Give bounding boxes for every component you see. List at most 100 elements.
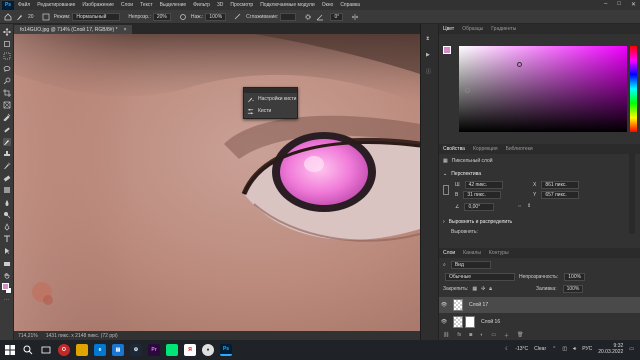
maximize-icon[interactable]: □ [617, 1, 621, 8]
blend-mode-select[interactable]: Обычные [445, 273, 515, 281]
layer-mask-thumbnail[interactable] [465, 316, 475, 328]
history-panel-icon[interactable]: ⧗ [426, 36, 430, 42]
hand-tool-icon[interactable] [3, 272, 11, 280]
file-explorer-icon[interactable] [76, 344, 88, 356]
frame-tool-icon[interactable] [3, 101, 11, 109]
photoshop-logo[interactable]: Ps [2, 0, 14, 10]
menu-view[interactable]: Просмотр [230, 2, 253, 8]
clone-stamp-tool-icon[interactable] [3, 150, 11, 158]
menu-plugins[interactable]: Подключаемые модули [260, 2, 314, 8]
artboard-tool-icon[interactable] [3, 40, 11, 48]
tab-color[interactable]: Цвет [443, 26, 454, 32]
visibility-eye-icon[interactable]: 👁︎ [439, 319, 449, 325]
tab-close-icon[interactable]: × [124, 27, 127, 33]
app-circle-icon[interactable]: ● [202, 344, 214, 356]
eyedropper-tool-icon[interactable] [2, 113, 11, 122]
pressure-opacity-icon[interactable] [179, 13, 187, 21]
language-indicator[interactable]: РУС [582, 346, 592, 352]
photoshop-taskbar-icon[interactable]: Ps [220, 344, 232, 356]
menu-file[interactable]: Файл [18, 2, 30, 8]
foreground-color-swatch[interactable] [2, 283, 9, 290]
menu-layers[interactable]: Слои [121, 2, 133, 8]
tab-layers[interactable]: Слои [443, 250, 455, 256]
transform-header[interactable]: ⌄ Перспектива [443, 171, 481, 177]
menu-filter[interactable]: Фильтр [193, 2, 210, 8]
pen-tool-icon[interactable] [3, 223, 11, 231]
opera-icon[interactable]: O [58, 344, 70, 356]
lock-pixels-icon[interactable]: ▦ [472, 286, 477, 292]
tab-properties[interactable]: Свойства [443, 146, 465, 152]
pressure-input[interactable]: 100% [205, 12, 227, 21]
menu-help[interactable]: Справка [340, 2, 360, 8]
move-tool-icon[interactable] [2, 28, 11, 36]
brush-tool-icon[interactable] [16, 13, 24, 21]
yandex-icon[interactable]: Я [184, 344, 196, 356]
link-dimensions-icon[interactable] [443, 185, 449, 195]
app-green-icon[interactable] [166, 344, 178, 356]
weather-temp[interactable]: -13°C [515, 346, 528, 352]
menu-select[interactable]: Выделение [160, 2, 187, 8]
minimize-icon[interactable]: – [604, 1, 607, 8]
quick-selection-tool-icon[interactable] [3, 77, 11, 85]
layer-row[interactable]: 👁︎ Слой 16 [439, 314, 640, 330]
flip-horizontal-icon[interactable]: ⇔ [517, 203, 522, 209]
fill-input[interactable]: 100% [562, 285, 584, 293]
folder-icon[interactable]: ▭ [491, 332, 496, 339]
fx-icon[interactable]: fx [457, 332, 461, 339]
premiere-icon[interactable]: Pr [148, 344, 160, 356]
menu-window[interactable]: Окно [322, 2, 334, 8]
brush-settings-item[interactable]: Настройки кисти [244, 93, 297, 105]
brush-panel-icon[interactable] [42, 13, 50, 21]
weather-icon[interactable]: ☾ [505, 346, 509, 352]
actions-panel-icon[interactable]: ▶ [426, 52, 430, 58]
dodge-tool-icon[interactable] [3, 211, 11, 219]
tab-channels[interactable]: Каналы [463, 250, 481, 256]
lasso-tool-icon[interactable] [3, 65, 11, 73]
tab-swatches[interactable]: Образцы [462, 26, 483, 32]
hue-slider[interactable] [630, 46, 637, 132]
angle-input[interactable]: 0° [330, 12, 344, 21]
brush-tool-active-icon[interactable] [2, 137, 11, 146]
more-tools-icon[interactable]: ··· [3, 296, 11, 304]
gradient-tool-icon[interactable] [3, 186, 11, 194]
lock-position-icon[interactable]: ✣ [481, 286, 485, 292]
trash-icon[interactable]: 🗑︎ [517, 332, 523, 339]
tab-gradients[interactable]: Градиенты [491, 26, 516, 32]
layer-opacity-input[interactable]: 100% [564, 273, 586, 281]
notifications-icon[interactable]: ▭ [629, 346, 634, 352]
history-brush-tool-icon[interactable] [3, 162, 11, 170]
rectangle-tool-icon[interactable] [3, 260, 11, 268]
close-icon[interactable]: ✕ [631, 1, 636, 8]
store-icon[interactable]: ▤ [112, 344, 124, 356]
marquee-tool-icon[interactable] [3, 52, 11, 60]
tab-adjustments[interactable]: Коррекция [473, 146, 498, 152]
new-layer-icon[interactable]: ＋ [504, 332, 509, 339]
mode-select[interactable]: Нормальный [72, 12, 121, 21]
tab-libraries[interactable]: Библиотеки [506, 146, 533, 152]
color-field[interactable] [459, 46, 627, 132]
path-selection-tool-icon[interactable] [3, 247, 11, 255]
windows-start-icon[interactable] [4, 344, 16, 356]
opacity-input[interactable]: 20% [152, 12, 171, 21]
y-input[interactable]: 657 пикс. [541, 191, 580, 199]
add-mask-icon[interactable]: ◙ [469, 332, 472, 339]
menu-edit[interactable]: Редактирование [37, 2, 75, 8]
adjustment-layer-icon[interactable]: ◐ [480, 332, 483, 339]
type-tool-icon[interactable] [3, 235, 11, 243]
home-icon[interactable] [4, 12, 12, 21]
task-view-icon[interactable] [40, 344, 52, 356]
brush-size-preset[interactable]: 20 [28, 14, 34, 20]
menu-image[interactable]: Изображение [82, 2, 114, 8]
layer-filter-select[interactable]: Вид [450, 261, 491, 269]
flip-vertical-icon[interactable]: ⇕ [527, 203, 531, 209]
steam-icon[interactable]: ⚙ [130, 344, 142, 356]
tray-chevron-icon[interactable]: ⌃ [552, 346, 556, 352]
clock[interactable]: 9:32 20.03.2022 [598, 343, 623, 355]
network-icon[interactable]: ◫ [562, 346, 567, 352]
align-header[interactable]: › Выровнять и распределить [443, 219, 512, 225]
crop-tool-icon[interactable] [2, 88, 11, 97]
properties-scrollbar[interactable] [629, 154, 635, 234]
color-picker-cursor[interactable] [517, 62, 522, 67]
symmetry-icon[interactable] [351, 13, 359, 21]
info-panel-icon[interactable]: ⓘ [426, 68, 431, 75]
